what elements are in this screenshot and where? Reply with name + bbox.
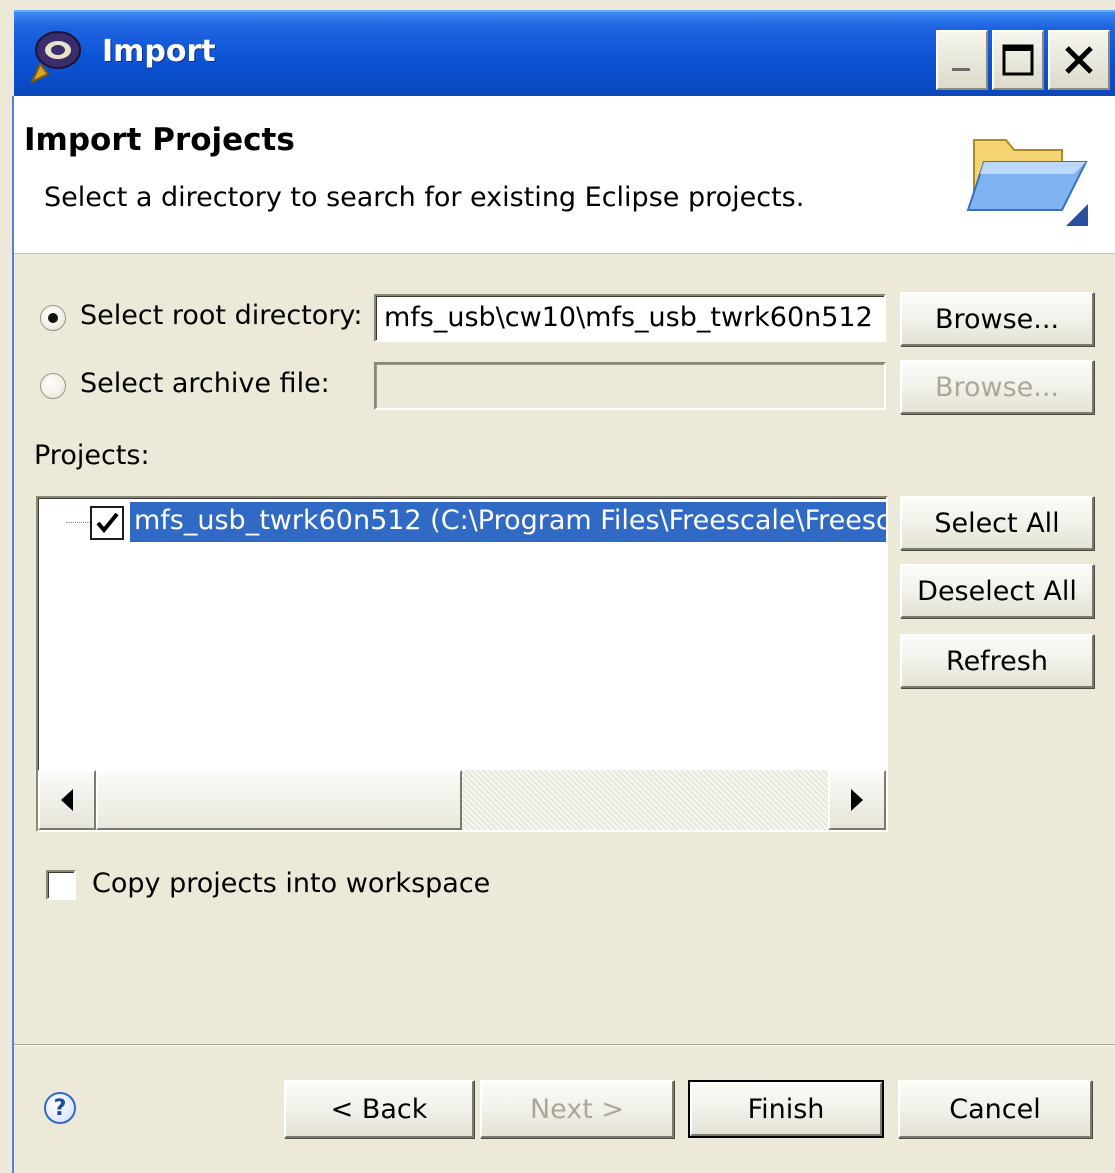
page-description: Select a directory to search for existin… bbox=[44, 182, 805, 213]
refresh-button[interactable]: Refresh bbox=[900, 634, 1094, 688]
horizontal-scrollbar[interactable] bbox=[38, 770, 886, 830]
root-directory-label: Select root directory: bbox=[80, 300, 363, 331]
scroll-track[interactable] bbox=[462, 770, 828, 830]
archive-file-radio[interactable] bbox=[40, 373, 66, 399]
question-mark-icon[interactable]: ? bbox=[44, 1092, 76, 1124]
copy-projects-checkbox[interactable] bbox=[46, 870, 76, 900]
title-bar[interactable]: Import bbox=[14, 10, 1115, 96]
scroll-thumb[interactable] bbox=[96, 770, 462, 830]
window-title: Import bbox=[102, 34, 216, 69]
archive-file-input[interactable] bbox=[374, 362, 886, 410]
wizard-header: Import Projects Select a directory to se… bbox=[14, 96, 1115, 254]
root-directory-radio[interactable] bbox=[40, 305, 66, 331]
page-title: Import Projects bbox=[24, 122, 295, 158]
window-border bbox=[12, 96, 14, 1173]
browse-root-button[interactable]: Browse... bbox=[900, 292, 1094, 346]
list-item[interactable]: mfs_usb_twrk60n512 (C:\Program Files\Fre… bbox=[129, 501, 887, 543]
archive-file-label: Select archive file: bbox=[80, 368, 330, 399]
project-list[interactable]: mfs_usb_twrk60n512 (C:\Program Files\Fre… bbox=[36, 496, 888, 832]
eclipse-import-icon bbox=[28, 28, 86, 86]
select-all-button[interactable]: Select All bbox=[900, 496, 1094, 550]
projects-label: Projects: bbox=[34, 440, 150, 471]
root-directory-input[interactable]: mfs_usb\cw10\mfs_usb_twrk60n512 bbox=[374, 294, 886, 342]
tree-connector bbox=[66, 522, 92, 523]
project-checkbox[interactable] bbox=[90, 506, 124, 540]
copy-projects-label: Copy projects into workspace bbox=[92, 868, 491, 899]
browse-archive-button[interactable]: Browse... bbox=[900, 360, 1094, 414]
footer-separator bbox=[14, 1044, 1115, 1046]
next-button[interactable]: Next > bbox=[480, 1080, 674, 1138]
maximize-button[interactable] bbox=[992, 30, 1044, 90]
cancel-button[interactable]: Cancel bbox=[898, 1080, 1092, 1138]
finish-button[interactable]: Finish bbox=[690, 1082, 882, 1136]
back-button[interactable]: < Back bbox=[284, 1080, 474, 1138]
open-folder-icon bbox=[962, 122, 1092, 230]
deselect-all-button[interactable]: Deselect All bbox=[900, 564, 1094, 618]
close-button[interactable] bbox=[1048, 30, 1110, 90]
scroll-right-button[interactable] bbox=[828, 770, 886, 830]
scroll-left-button[interactable] bbox=[38, 770, 96, 830]
minimize-button[interactable] bbox=[936, 30, 988, 90]
